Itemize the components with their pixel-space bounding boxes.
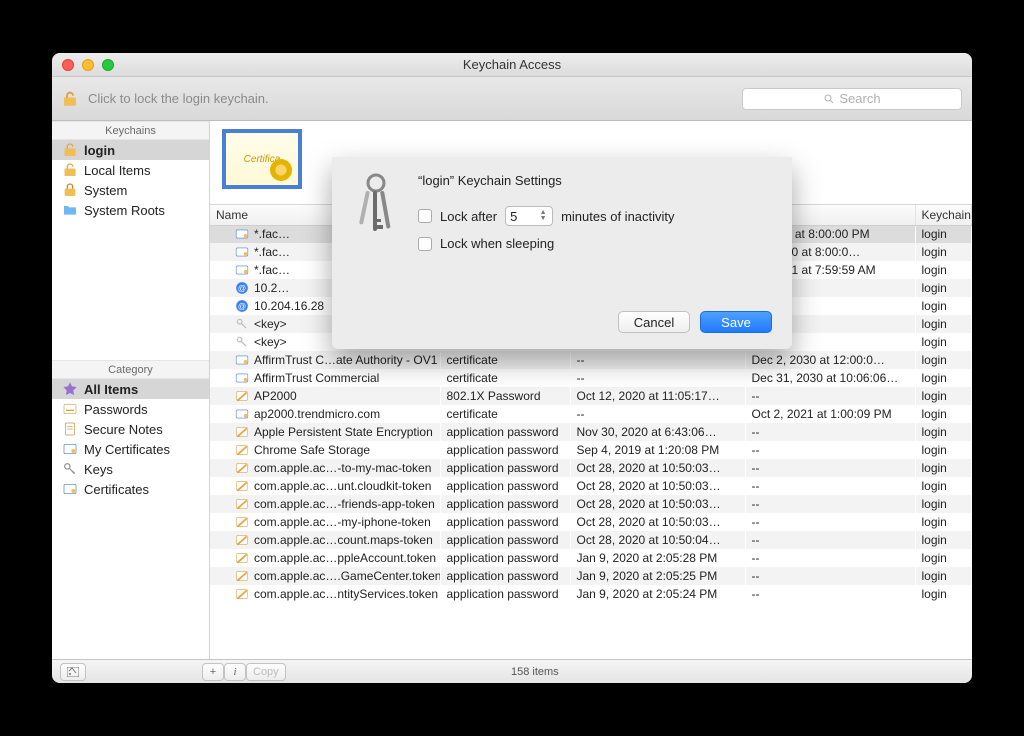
table-row[interactable]: com.apple.ac…-to-my-mac-tokenapplication… — [210, 459, 972, 477]
dialog-title: “login” Keychain Settings — [418, 173, 772, 188]
passwords-icon — [62, 401, 78, 417]
minimize-window-button[interactable] — [82, 59, 94, 71]
cert-icon — [234, 370, 250, 386]
category-item-my-certificates[interactable]: My Certificates — [52, 439, 209, 459]
keychain-item-system-roots[interactable]: System Roots — [52, 200, 209, 220]
at-icon: @ — [234, 280, 250, 296]
item-count: 158 items — [286, 666, 784, 678]
category-item-keys[interactable]: Keys — [52, 459, 209, 479]
window-title: Keychain Access — [52, 57, 972, 72]
keychain-item-local-items[interactable]: Local Items — [52, 160, 209, 180]
allitems-icon — [62, 381, 78, 397]
certs-icon — [62, 481, 78, 497]
app-icon — [234, 460, 250, 476]
search-input[interactable]: Search — [742, 88, 962, 110]
cert-icon — [234, 244, 250, 260]
add-item-button[interactable]: + — [202, 663, 224, 681]
cert-icon — [234, 262, 250, 278]
lock-keychain-button[interactable] — [62, 91, 78, 107]
search-placeholder: Search — [839, 91, 880, 106]
lock-when-sleeping-checkbox[interactable] — [418, 237, 432, 251]
table-row[interactable]: AffirmTrust Commercialcertificate--Dec 3… — [210, 369, 972, 387]
info-button[interactable]: i — [224, 663, 246, 681]
toolbar: Click to lock the login keychain. Search — [52, 77, 972, 121]
copy-button[interactable]: Copy — [246, 663, 286, 681]
keychain-item-system[interactable]: System — [52, 180, 209, 200]
window: Keychain Access Click to lock the login … — [52, 53, 972, 683]
table-row[interactable]: com.apple.ac…ppleAccount.tokenapplicatio… — [210, 549, 972, 567]
svg-text:@: @ — [238, 284, 246, 293]
keys-icon — [352, 173, 402, 261]
keychain-item-login[interactable]: login — [52, 140, 209, 160]
table-row[interactable]: Apple Persistent State Encryptionapplica… — [210, 423, 972, 441]
lock-when-sleeping-label: Lock when sleeping — [440, 236, 554, 251]
folder-icon — [62, 202, 78, 218]
cert-icon — [234, 406, 250, 422]
app-icon — [234, 424, 250, 440]
certificate-thumbnail: Certifica — [222, 129, 302, 189]
save-button[interactable]: Save — [700, 311, 772, 333]
sidebar-keychains-header: Keychains — [52, 121, 209, 140]
table-row[interactable]: com.apple.ac….GameCenter.tokenapplicatio… — [210, 567, 972, 585]
app-icon — [234, 514, 250, 530]
app-icon — [234, 388, 250, 404]
app-icon — [234, 568, 250, 584]
cert-icon — [234, 226, 250, 242]
titlebar: Keychain Access — [52, 53, 972, 77]
col-keychain[interactable]: Keychain — [915, 205, 972, 225]
app-icon — [234, 442, 250, 458]
stepper-arrows-icon[interactable]: ▲▼ — [536, 208, 550, 224]
statusbar: + i Copy 158 items — [52, 659, 972, 683]
app-icon — [234, 532, 250, 548]
show-preview-button[interactable] — [60, 663, 86, 681]
keys-icon — [62, 461, 78, 477]
zoom-window-button[interactable] — [102, 59, 114, 71]
table-row[interactable]: com.apple.ac…-friends-app-tokenapplicati… — [210, 495, 972, 513]
category-item-all-items[interactable]: All Items — [52, 379, 209, 399]
table-row[interactable]: com.apple.ac…count.maps-tokenapplication… — [210, 531, 972, 549]
svg-text:@: @ — [238, 302, 246, 311]
lock-after-label: Lock after — [440, 209, 497, 224]
app-icon — [234, 586, 250, 602]
lock-after-minutes-input[interactable]: 5 ▲▼ — [505, 206, 553, 226]
unlocked-icon — [62, 162, 78, 178]
table-row[interactable]: AffirmTrust C…ate Authority - OV1certifi… — [210, 351, 972, 369]
app-icon — [234, 496, 250, 512]
app-icon — [234, 478, 250, 494]
minutes-label: minutes of inactivity — [561, 209, 674, 224]
table-row[interactable]: com.apple.ac…unt.cloudkit-tokenapplicati… — [210, 477, 972, 495]
table-row[interactable]: ap2000.trendmicro.comcertificate--Oct 2,… — [210, 405, 972, 423]
toolbar-hint: Click to lock the login keychain. — [88, 91, 742, 106]
category-item-secure-notes[interactable]: Secure Notes — [52, 419, 209, 439]
table-row[interactable]: com.apple.ac…-my-iphone-tokenapplication… — [210, 513, 972, 531]
key-icon — [234, 316, 250, 332]
table-row[interactable]: AP2000802.1X PasswordOct 12, 2020 at 11:… — [210, 387, 972, 405]
sidebar-category-header: Category — [52, 360, 209, 379]
locked-icon — [62, 182, 78, 198]
cert-icon — [234, 352, 250, 368]
keychain-settings-dialog: “login” Keychain Settings Lock after 5 ▲… — [332, 157, 792, 349]
cancel-button[interactable]: Cancel — [618, 311, 690, 333]
sidebar: Keychains loginLocal ItemsSystemSystem R… — [52, 121, 210, 659]
app-icon — [234, 550, 250, 566]
category-item-passwords[interactable]: Passwords — [52, 399, 209, 419]
close-window-button[interactable] — [62, 59, 74, 71]
notes-icon — [62, 421, 78, 437]
unlocked-icon — [62, 142, 78, 158]
key-icon — [234, 334, 250, 350]
lock-after-checkbox[interactable] — [418, 209, 432, 223]
table-row[interactable]: com.apple.ac…ntityServices.tokenapplicat… — [210, 585, 972, 603]
mycerts-icon — [62, 441, 78, 457]
category-item-certificates[interactable]: Certificates — [52, 479, 209, 499]
at-icon: @ — [234, 298, 250, 314]
table-row[interactable]: Chrome Safe Storageapplication passwordS… — [210, 441, 972, 459]
